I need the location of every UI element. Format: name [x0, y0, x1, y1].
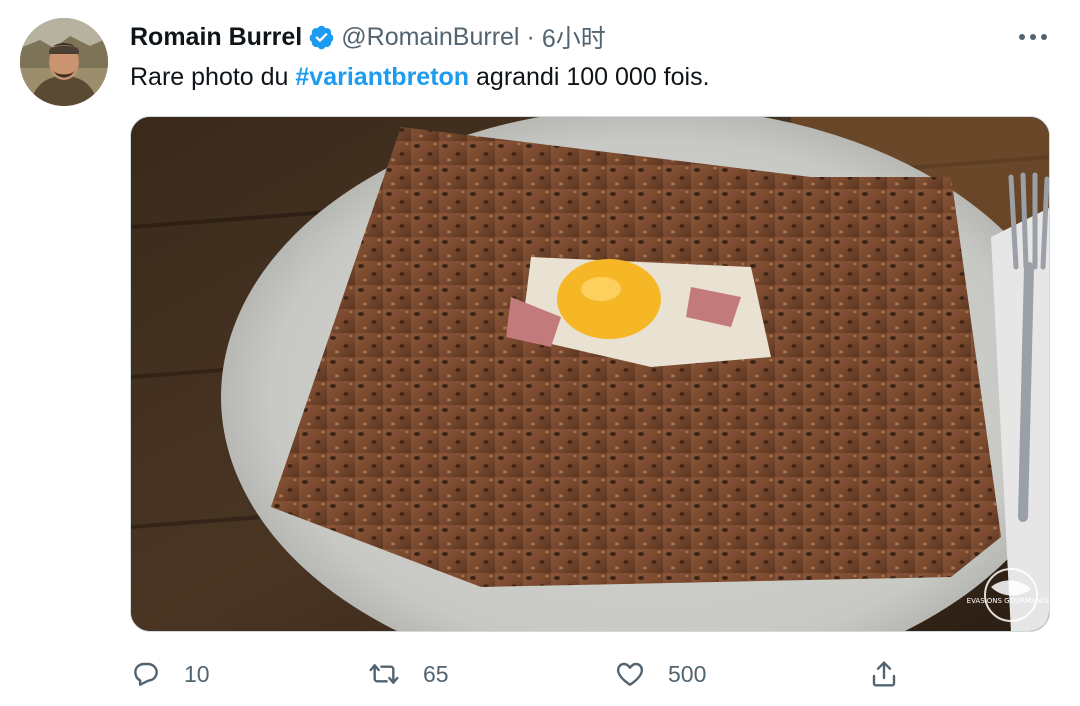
reply-icon — [134, 662, 158, 686]
retweet-button[interactable]: 65 — [367, 654, 449, 694]
tweet-text: Rare photo du #variantbreton agrandi 100… — [130, 60, 710, 94]
tweet-photo[interactable]: EVASIONS GOURMANDES — [130, 116, 1050, 632]
tweet[interactable]: Romain Burrel @RomainBurrel · 6小时 Rare p… — [0, 0, 1080, 706]
retweet-icon — [369, 664, 399, 684]
share-icon — [872, 661, 896, 687]
author-handle[interactable]: @RomainBurrel — [341, 23, 519, 52]
avatar[interactable] — [20, 18, 108, 106]
separator-dot: · — [526, 22, 535, 51]
tweet-text-after: agrandi 100 000 fois. — [469, 63, 710, 91]
reply-button[interactable]: 10 — [130, 654, 210, 694]
heart-icon — [616, 662, 644, 686]
action-bar: 10 65 500 — [130, 654, 910, 694]
timestamp[interactable]: 6小时 — [542, 19, 606, 55]
like-count: 500 — [668, 660, 707, 687]
retweet-count: 65 — [423, 660, 449, 687]
hashtag-link[interactable]: #variantbreton — [295, 63, 469, 91]
tweet-header: Romain Burrel @RomainBurrel · 6小时 — [130, 20, 1060, 54]
author-name[interactable]: Romain Burrel — [130, 23, 302, 52]
like-button[interactable]: 500 — [614, 654, 706, 694]
tweet-text-before: Rare photo du — [130, 63, 296, 91]
reply-count: 10 — [184, 660, 210, 687]
more-dots-icon — [1019, 34, 1047, 40]
share-button[interactable] — [868, 654, 922, 694]
avatar-image — [20, 18, 108, 106]
watermark-text: EVASIONS GOURMANDES — [967, 597, 1050, 605]
more-options-button[interactable] — [1016, 22, 1050, 52]
verified-badge-icon — [308, 24, 335, 51]
photo-of-buckwheat-galette: EVASIONS GOURMANDES — [131, 117, 1050, 631]
